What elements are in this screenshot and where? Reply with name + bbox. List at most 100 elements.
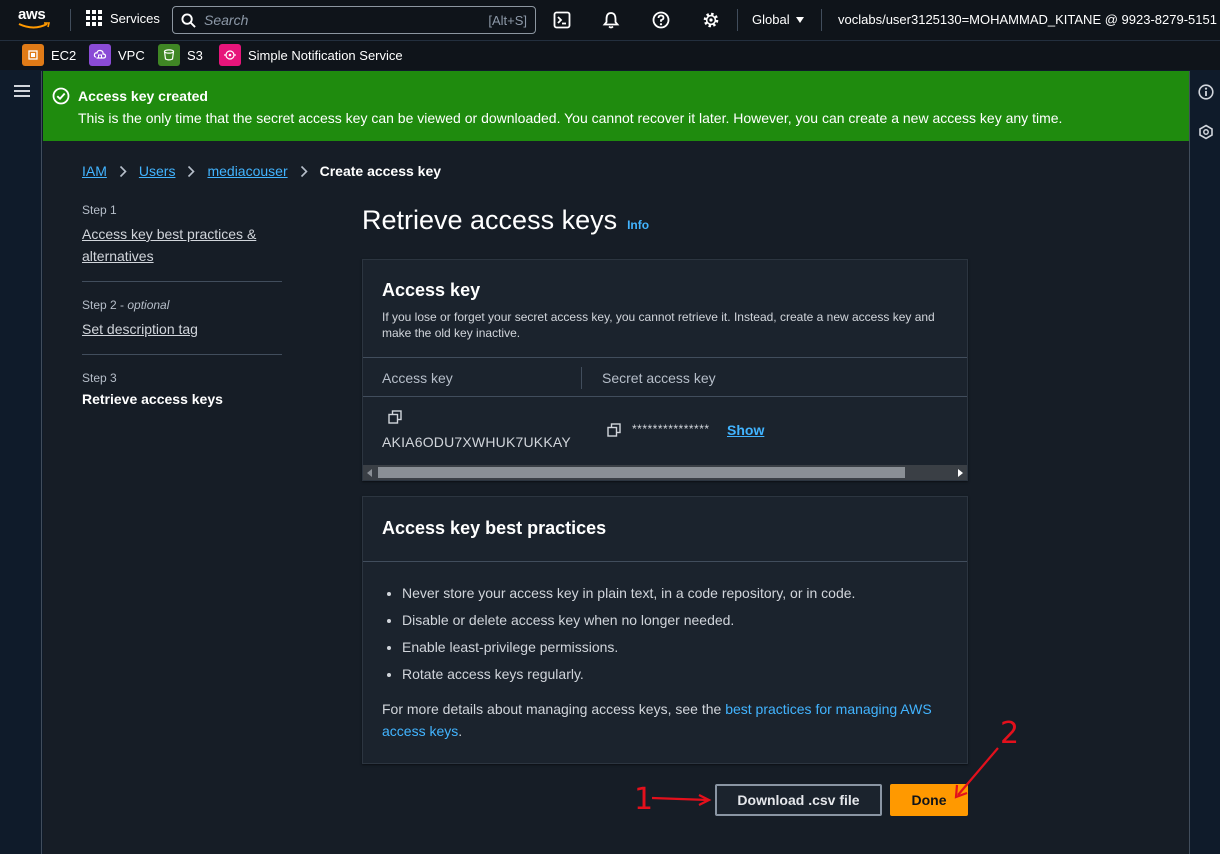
breadcrumb-users[interactable]: Users — [139, 163, 176, 179]
search-box[interactable]: [Alt+S] — [172, 6, 536, 34]
step-number: Step 1 — [82, 203, 117, 217]
page-title: Retrieve access keys — [362, 205, 618, 235]
panel-description: If you lose or forget your secret access… — [382, 310, 935, 340]
step-number-text: Step 2 - — [82, 298, 128, 312]
wizard-step-3: Step 3 Retrieve access keys — [82, 371, 282, 421]
chevron-right-icon — [300, 165, 308, 178]
wizard-step-1: Step 1 Access key best practices & alter… — [82, 203, 282, 282]
favorite-vpc[interactable]: VPC — [89, 44, 145, 66]
search-shortcut: [Alt+S] — [488, 12, 527, 28]
annotation-number-1: 1 — [634, 782, 654, 817]
caret-down-icon — [795, 16, 804, 23]
wizard-step-2: Step 2 - optional Set description tag — [82, 298, 282, 355]
more-prefix: For more details about managing access k… — [382, 701, 726, 717]
grid-icon — [86, 10, 102, 26]
favorite-sns[interactable]: Simple Notification Service — [219, 44, 403, 66]
gear-icon[interactable] — [701, 10, 721, 30]
services-label: Services — [110, 10, 160, 26]
access-key-panel: Access key If you lose or forget your se… — [362, 259, 968, 481]
favorite-label: Simple Notification Service — [248, 47, 403, 63]
divider — [363, 396, 967, 397]
region-label: Global — [752, 12, 790, 27]
step-current-label: Retrieve access keys — [82, 391, 223, 407]
search-icon — [181, 12, 196, 28]
nav-separator — [737, 9, 738, 31]
scroll-right-arrow-icon[interactable] — [958, 469, 963, 477]
column-header-access-key: Access key — [382, 370, 453, 386]
help-icon[interactable] — [651, 10, 671, 30]
step-number: Step 2 - optional — [82, 298, 282, 312]
success-check-icon — [52, 87, 70, 105]
account-menu[interactable]: voclabs/user3125130=MOHAMMAD_KITANE @ 99… — [838, 12, 1220, 27]
copy-icon[interactable] — [607, 423, 621, 437]
right-tools-rail — [1189, 71, 1220, 854]
step-link-description-tag[interactable]: Set description tag — [82, 318, 282, 340]
cloudshell-icon[interactable] — [552, 10, 572, 30]
page-header: Retrieve access keys Info — [362, 205, 649, 236]
secret-key-masked: *************** — [632, 422, 710, 436]
flash-title: Access key created — [78, 88, 208, 104]
left-navigation-rail — [0, 71, 42, 854]
favorite-label: EC2 — [51, 47, 77, 63]
breadcrumb-user[interactable]: mediacouser — [207, 163, 287, 179]
column-header-secret-key: Secret access key — [602, 370, 716, 386]
favorite-label: S3 — [187, 47, 203, 63]
divider — [363, 357, 967, 358]
nav-separator — [70, 9, 71, 31]
done-button[interactable]: Done — [890, 784, 968, 816]
aws-smile-icon — [18, 22, 50, 29]
bell-icon[interactable] — [601, 10, 621, 30]
more-suffix: . — [458, 723, 463, 739]
info-icon[interactable] — [1198, 84, 1214, 100]
scrollbar-thumb[interactable] — [378, 467, 905, 478]
list-item: Disable or delete access key when no lon… — [402, 611, 855, 629]
services-menu-button[interactable]: Services — [86, 10, 160, 26]
ec2-icon — [22, 44, 44, 66]
info-link[interactable]: Info — [627, 218, 649, 232]
scroll-left-arrow-icon[interactable] — [367, 469, 372, 477]
step-optional-text: optional — [127, 298, 170, 312]
list-item: Rotate access keys regularly. — [402, 665, 855, 683]
feedback-icon[interactable] — [1198, 124, 1214, 140]
vpc-icon — [89, 44, 111, 66]
column-separator — [581, 367, 582, 389]
divider — [363, 561, 967, 562]
step-link-best-practices[interactable]: Access key best practices & alternatives — [82, 223, 282, 267]
menu-icon[interactable] — [14, 85, 30, 97]
favorite-ec2[interactable]: EC2 — [22, 44, 76, 66]
list-item: Never store your access key in plain tex… — [402, 584, 855, 602]
search-input[interactable] — [204, 12, 489, 28]
panel-title: Access key — [382, 280, 481, 300]
download-csv-button[interactable]: Download .csv file — [715, 784, 882, 816]
s3-icon — [158, 44, 180, 66]
best-practices-panel: Access key best practices Never store yo… — [362, 496, 968, 764]
aws-logo-text: aws — [18, 6, 46, 23]
top-navigation: aws Services [Alt+S] — [0, 0, 1220, 40]
breadcrumb-iam[interactable]: IAM — [82, 163, 107, 179]
favorite-label: VPC — [118, 47, 145, 63]
sns-icon — [219, 44, 241, 66]
region-selector[interactable]: Global — [752, 12, 804, 27]
breadcrumb-current: Create access key — [319, 163, 442, 179]
panel-header: Access key If you lose or forget your se… — [382, 280, 952, 341]
wizard-steps: Step 1 Access key best practices & alter… — [82, 203, 282, 437]
step-number: Step 3 — [82, 371, 117, 385]
account-label: voclabs/user3125130=MOHAMMAD_KITANE @ 99… — [838, 12, 1217, 27]
success-flash-banner: Access key created This is the only time… — [43, 71, 1189, 141]
access-key-value: AKIA6ODU7XWHUK7UKKAY — [382, 434, 571, 450]
breadcrumb: IAM Users mediacouser Create access key — [82, 163, 441, 179]
copy-icon[interactable] — [388, 410, 402, 424]
flash-message: This is the only time that the secret ac… — [78, 110, 1063, 126]
favorite-s3[interactable]: S3 — [158, 44, 203, 66]
horizontal-scrollbar[interactable] — [363, 465, 967, 480]
annotation-number-2: 2 — [1000, 716, 1020, 751]
aws-logo[interactable]: aws — [18, 7, 54, 33]
best-practices-list: Never store your access key in plain tex… — [402, 584, 855, 692]
chevron-right-icon — [119, 165, 127, 178]
chevron-right-icon — [187, 165, 196, 178]
nav-separator — [821, 9, 822, 31]
list-item: Enable least-privilege permissions. — [402, 638, 855, 656]
best-practices-more-text: For more details about managing access k… — [382, 698, 952, 742]
show-secret-link[interactable]: Show — [727, 422, 764, 438]
panel-title: Access key best practices — [382, 518, 607, 538]
